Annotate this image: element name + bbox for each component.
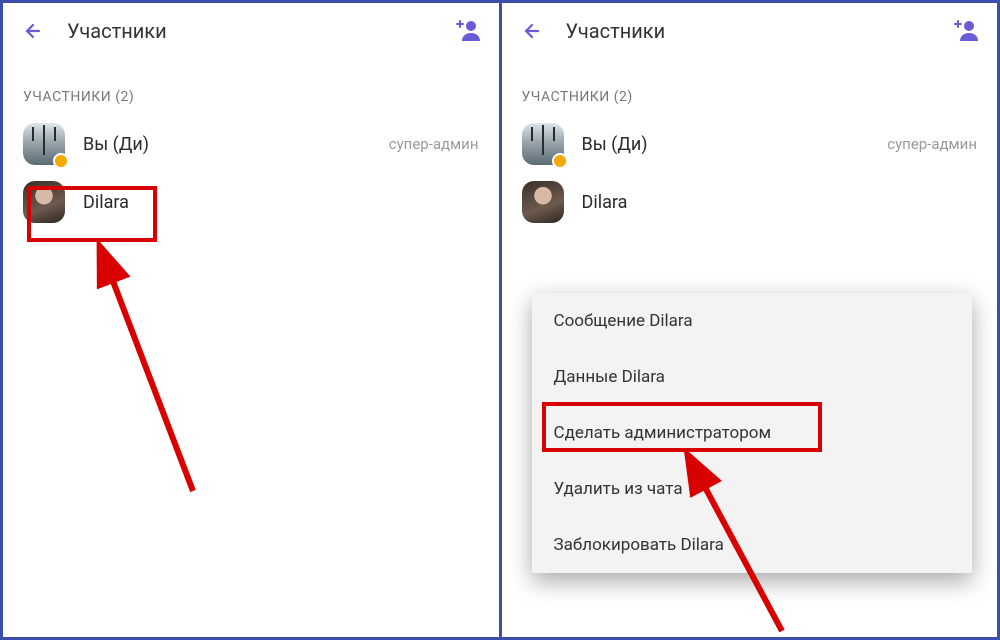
menu-item-message[interactable]: Сообщение Dilara [532, 293, 972, 349]
section-label: УЧАСТНИКИ (2) [3, 59, 499, 115]
pane-participants-list: Участники УЧАСТНИКИ (2) Вы (Ди) супер-ад… [3, 3, 502, 637]
avatar [522, 181, 564, 223]
member-name: Dilara [83, 192, 479, 213]
admin-badge-icon [552, 153, 568, 169]
page-title: Участники [67, 19, 455, 43]
add-participant-icon[interactable] [953, 17, 981, 45]
member-row-you[interactable]: Вы (Ди) супер-админ [502, 115, 998, 173]
back-arrow-icon[interactable] [19, 19, 43, 43]
avatar [23, 123, 65, 165]
menu-item-remove[interactable]: Удалить из чата [532, 461, 972, 517]
back-arrow-icon[interactable] [518, 19, 542, 43]
menu-item-block[interactable]: Заблокировать Dilara [532, 517, 972, 573]
tutorial-frame: Участники УЧАСТНИКИ (2) Вы (Ди) супер-ад… [0, 0, 1000, 640]
avatar [23, 181, 65, 223]
header: Участники [502, 3, 998, 59]
member-name: Dilara [582, 192, 978, 213]
member-row-dilara[interactable]: Dilara [3, 173, 499, 231]
annotation-arrow-icon [53, 241, 213, 501]
header: Участники [3, 3, 499, 59]
member-name: Вы (Ди) [582, 134, 888, 155]
member-row-dilara[interactable]: Dilara [502, 173, 998, 231]
member-role: супер-админ [389, 135, 479, 153]
member-row-you[interactable]: Вы (Ди) супер-админ [3, 115, 499, 173]
member-name: Вы (Ди) [83, 134, 389, 155]
add-participant-icon[interactable] [455, 17, 483, 45]
avatar [522, 123, 564, 165]
section-label: УЧАСТНИКИ (2) [502, 59, 998, 115]
context-menu: Сообщение Dilara Данные Dilara Сделать а… [532, 293, 972, 573]
menu-item-make-admin[interactable]: Сделать администратором [532, 405, 972, 461]
pane-context-menu: Участники УЧАСТНИКИ (2) Вы (Ди) супер-ад… [502, 3, 998, 637]
menu-item-info[interactable]: Данные Dilara [532, 349, 972, 405]
admin-badge-icon [53, 153, 69, 169]
page-title: Участники [566, 19, 954, 43]
member-role: супер-админ [887, 135, 977, 153]
